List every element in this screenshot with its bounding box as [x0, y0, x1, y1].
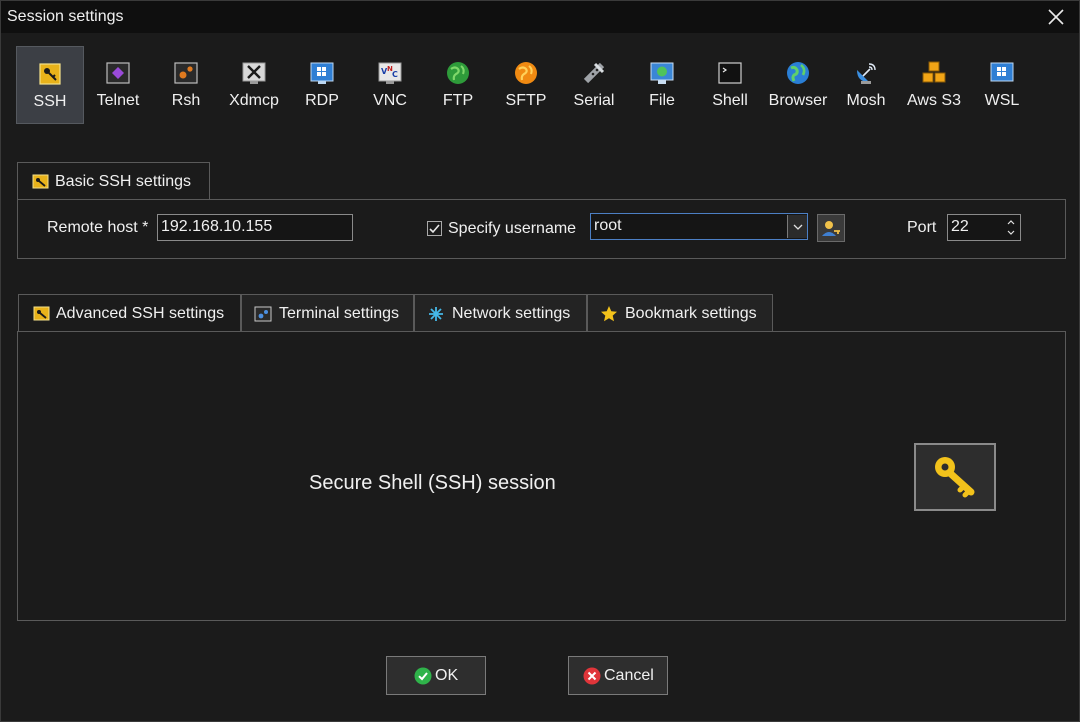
port-spinner[interactable]	[1003, 215, 1019, 240]
tab-bookmark-settings[interactable]: Bookmark settings	[587, 294, 773, 332]
user-key-icon	[822, 221, 840, 236]
cancel-circle-icon	[583, 667, 601, 685]
key-icon	[935, 457, 975, 498]
session-type-mosh[interactable]: Mosh	[832, 46, 900, 124]
tab-basic-ssh-settings[interactable]: Basic SSH settings	[17, 162, 210, 200]
wrench-key-icon	[32, 174, 49, 189]
session-type-ssh[interactable]: SSH	[16, 46, 84, 124]
tab-advanced-ssh-settings[interactable]: Advanced SSH settings	[18, 294, 241, 332]
aws-s3-cubes-icon	[922, 61, 946, 83]
session-type-file[interactable]: File	[628, 46, 696, 124]
tab-label: Basic SSH settings	[55, 173, 192, 190]
terminal-gear-icon	[254, 306, 272, 322]
specify-username-label: Specify username	[448, 220, 577, 237]
ssh-key-illustration	[914, 443, 996, 511]
session-type-rdp[interactable]: RDP	[288, 46, 356, 124]
session-type-sftp[interactable]: SFTP	[492, 46, 560, 124]
tab-label: Terminal settings	[279, 305, 400, 322]
chevron-down-icon	[793, 224, 803, 230]
telnet-icon	[106, 62, 130, 84]
session-type-ftp[interactable]: FTP	[424, 46, 492, 124]
user-manager-button[interactable]	[817, 214, 845, 242]
ssh-key-icon	[39, 63, 61, 85]
cancel-label: Cancel	[604, 667, 654, 684]
session-description: Secure Shell (SSH) session	[309, 472, 556, 494]
tab-label: Bookmark settings	[625, 305, 757, 322]
session-type-xdmcp[interactable]: Xdmcp	[220, 46, 288, 124]
advanced-settings-panel: Secure Shell (SSH) session	[17, 331, 1066, 621]
wrench-key-icon	[33, 306, 50, 321]
session-type-serial[interactable]: Serial	[560, 46, 628, 124]
check-circle-icon	[414, 667, 432, 685]
file-monitor-icon	[650, 62, 674, 84]
spinner-arrows-icon	[1007, 220, 1015, 235]
vnc-icon: V N C	[378, 62, 402, 84]
basic-settings-panel: Remote host * 192.168.10.155 Specify use…	[17, 199, 1066, 259]
cancel-button[interactable]: Cancel	[568, 656, 668, 695]
remote-host-input[interactable]: 192.168.10.155	[157, 214, 353, 241]
wsl-windows-icon	[990, 62, 1014, 82]
tab-network-settings[interactable]: Network settings	[414, 294, 587, 332]
tab-label: Network settings	[452, 305, 571, 322]
rsh-icon	[174, 62, 198, 84]
tab-terminal-settings[interactable]: Terminal settings	[241, 294, 414, 332]
session-type-shell[interactable]: Shell	[696, 46, 764, 124]
username-combobox[interactable]: root	[590, 213, 808, 240]
session-settings-dialog: Session settings SSH Telnet Rsh Xdmcp RD…	[0, 0, 1080, 722]
tab-label: Advanced SSH settings	[56, 305, 225, 322]
title-bar: Session settings	[1, 1, 1079, 33]
serial-plug-icon	[583, 62, 605, 84]
username-dropdown-button[interactable]	[787, 215, 807, 238]
session-type-rsh[interactable]: Rsh	[152, 46, 220, 124]
specify-username-checkbox[interactable]	[427, 221, 442, 236]
session-type-label: WSL	[984, 92, 1020, 109]
shell-terminal-icon	[718, 62, 742, 84]
network-icon	[429, 307, 443, 321]
session-type-wsl[interactable]: WSL	[968, 46, 1036, 124]
session-type-telnet[interactable]: Telnet	[84, 46, 152, 124]
remote-host-label: Remote host *	[47, 219, 149, 236]
session-type-vnc[interactable]: V N C VNC	[356, 46, 424, 124]
session-type-aws-s3[interactable]: Aws S3	[900, 46, 968, 124]
close-button[interactable]	[1043, 4, 1069, 30]
rdp-icon	[310, 62, 334, 84]
checkmark-icon	[429, 224, 440, 234]
session-type-browser[interactable]: Browser	[764, 46, 832, 124]
sftp-globe-icon	[515, 62, 537, 84]
ftp-globe-icon	[447, 62, 469, 84]
session-type-toolbar: SSH Telnet Rsh Xdmcp RDP V N C VNC FTP S…	[16, 46, 1066, 124]
mosh-satellite-icon	[857, 63, 876, 84]
ok-label: OK	[435, 667, 459, 684]
close-icon	[1048, 9, 1064, 25]
window-title: Session settings	[7, 8, 124, 25]
port-label: Port	[907, 219, 937, 236]
port-value: 22	[951, 218, 969, 235]
star-icon	[601, 306, 617, 322]
browser-globe-icon	[787, 62, 809, 84]
xdmcp-icon	[242, 62, 266, 84]
ok-button[interactable]: OK	[386, 656, 486, 695]
username-value: root	[594, 217, 622, 234]
svg-text:C: C	[392, 70, 398, 79]
